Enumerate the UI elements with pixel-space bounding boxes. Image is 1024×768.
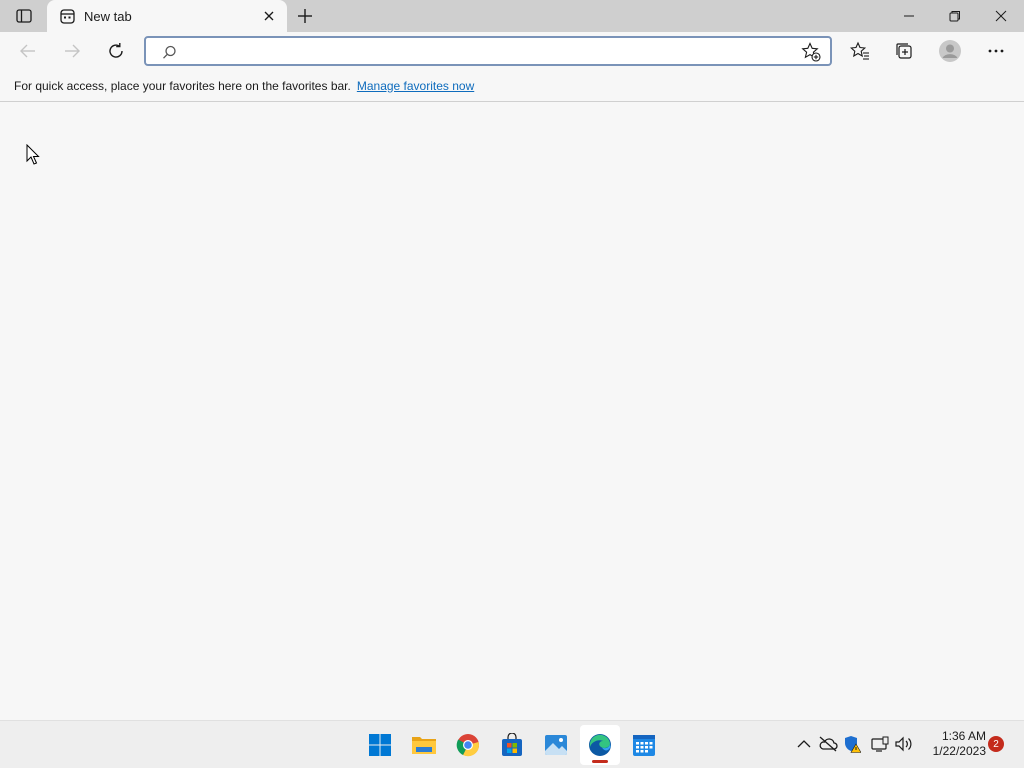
avatar-icon [939, 40, 961, 62]
photos-button[interactable] [536, 725, 576, 765]
windows-security-button[interactable] [841, 733, 863, 755]
taskbar: 1:36 AM 1/22/2023 [0, 720, 1024, 768]
onedrive-button[interactable] [817, 733, 839, 755]
restore-button[interactable] [932, 0, 978, 32]
close-icon [995, 10, 1007, 22]
more-dots-icon [988, 49, 1004, 53]
search-icon [160, 43, 178, 61]
tab-actions-button[interactable] [10, 6, 38, 26]
start-icon [369, 734, 391, 756]
speaker-icon [895, 736, 912, 752]
clock-date: 1/22/2023 [932, 744, 986, 758]
edge-button[interactable] [580, 725, 620, 765]
plus-icon [298, 9, 312, 23]
forward-arrow-icon [65, 44, 80, 58]
minimize-icon [904, 15, 914, 17]
title-bar: New tab [0, 0, 1024, 32]
forward-button[interactable] [56, 36, 88, 66]
file-explorer-icon [412, 737, 436, 754]
settings-and-more-button[interactable] [980, 36, 1012, 66]
microsoft-store-icon [502, 733, 522, 756]
collections-icon [896, 43, 912, 59]
back-button[interactable] [12, 36, 44, 66]
page-content[interactable] [0, 103, 1024, 720]
tab-new-tab[interactable]: New tab [47, 0, 287, 32]
chevron-up-icon [797, 740, 811, 748]
favorites-button[interactable] [844, 36, 876, 66]
start-button[interactable] [360, 725, 400, 765]
minimize-button[interactable] [886, 0, 932, 32]
volume-button[interactable] [893, 733, 915, 755]
add-to-favorites-button[interactable] [800, 41, 822, 63]
tab-actions-icon [16, 9, 32, 23]
mouse-cursor-icon [26, 144, 40, 165]
back-arrow-icon [20, 44, 35, 58]
new-tab-button[interactable] [291, 3, 319, 29]
microsoft-store-button[interactable] [492, 725, 532, 765]
close-window-button[interactable] [978, 0, 1024, 32]
favorites-star-icon [850, 41, 869, 60]
file-explorer-button[interactable] [404, 725, 444, 765]
close-tab-button[interactable] [255, 2, 283, 30]
onedrive-offline-icon [819, 736, 838, 752]
clock-time: 1:36 AM [941, 729, 986, 743]
tab-title: New tab [84, 8, 132, 24]
network-icon [871, 736, 889, 752]
refresh-button[interactable] [100, 36, 132, 66]
address-input[interactable] [186, 41, 786, 63]
edge-icon [589, 734, 611, 756]
calendar-icon [633, 735, 655, 756]
chrome-button[interactable] [448, 725, 488, 765]
chrome-icon [456, 734, 479, 757]
browser-toolbar [0, 32, 1024, 70]
manage-favorites-link[interactable]: Manage favorites now [357, 79, 474, 93]
show-hidden-icons-button[interactable] [793, 733, 815, 755]
security-shield-warning-icon [845, 736, 861, 753]
photos-icon [545, 735, 567, 755]
collections-button[interactable] [888, 36, 920, 66]
new-tab-page-icon [59, 8, 75, 24]
close-icon [264, 11, 274, 21]
network-button[interactable] [869, 733, 891, 755]
favorites-bar-message: For quick access, place your favorites h… [14, 78, 351, 93]
favorites-bar: For quick access, place your favorites h… [0, 70, 1024, 102]
clock[interactable]: 1:36 AM 1/22/2023 [922, 729, 986, 759]
active-app-indicator [592, 760, 608, 763]
restore-icon [949, 11, 960, 22]
profile-button[interactable] [934, 36, 966, 66]
notification-badge[interactable]: 2 [988, 736, 1004, 752]
address-bar[interactable] [144, 36, 832, 66]
refresh-icon [109, 43, 123, 58]
star-add-icon [801, 42, 821, 62]
calendar-button[interactable] [624, 725, 664, 765]
